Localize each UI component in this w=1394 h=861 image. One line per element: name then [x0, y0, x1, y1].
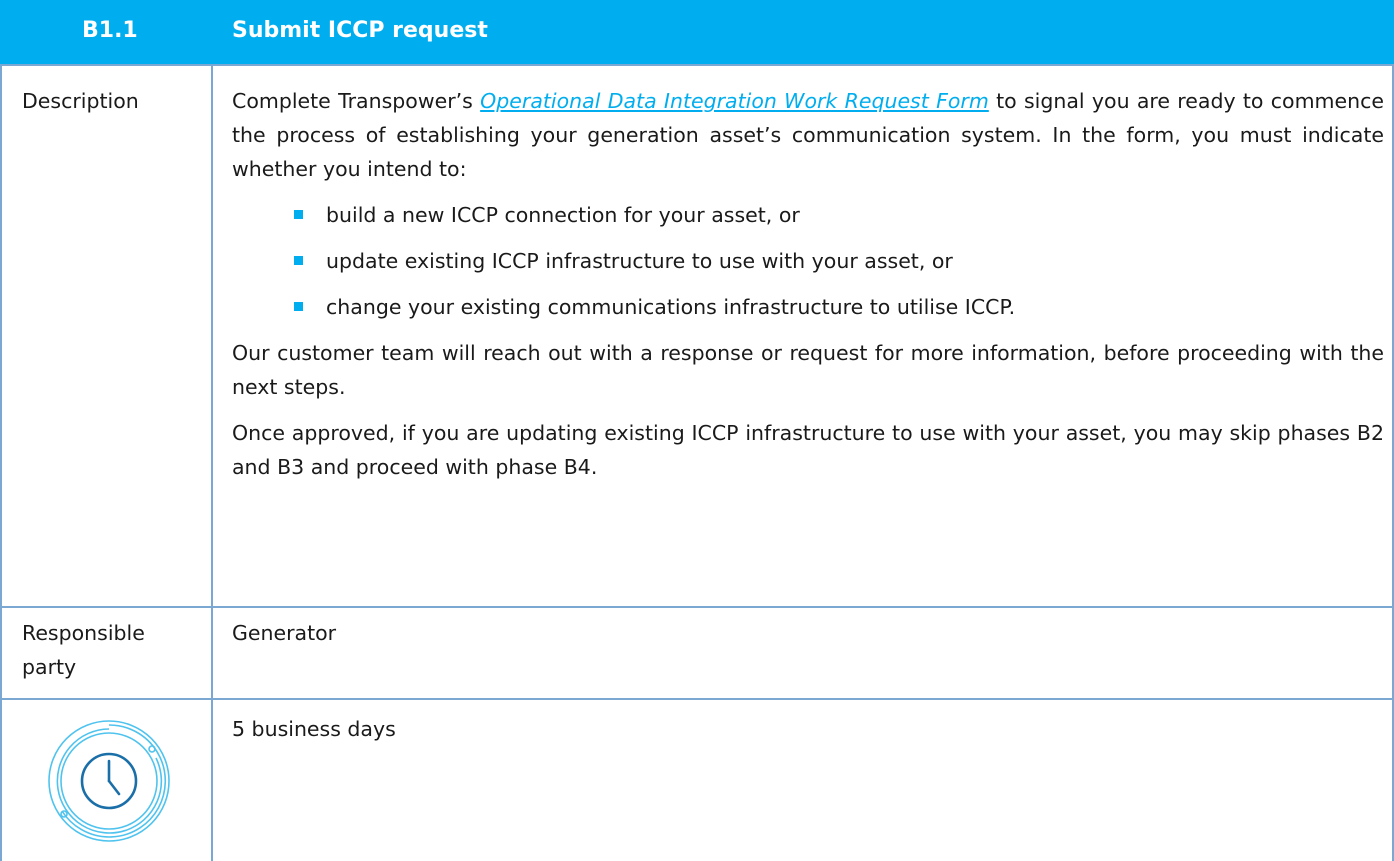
options-list: build a new ICCP connection for your ass… [232, 198, 1384, 324]
work-request-form-link[interactable]: Operational Data Integration Work Reques… [480, 89, 989, 113]
clock-icon [48, 720, 170, 842]
list-item: update existing ICCP infrastructure to u… [232, 244, 1384, 278]
description-content: Complete Transpower’s Operational Data I… [232, 84, 1384, 496]
bullet-square-icon [294, 256, 303, 265]
divider [0, 698, 1394, 700]
duration-value: 5 business days [232, 717, 396, 741]
responsible-party-value: Generator [232, 621, 337, 645]
divider [0, 606, 1394, 608]
bullet-square-icon [294, 210, 303, 219]
divider [0, 64, 2, 861]
step-title: Submit ICCP request [232, 18, 488, 43]
description-para-3: Once approved, if you are updating exist… [232, 421, 1384, 479]
description-intro: Complete Transpower’s Operational Data I… [232, 84, 1384, 186]
list-item: change your existing communications infr… [232, 290, 1384, 324]
description-label: Description [22, 89, 139, 113]
divider [0, 64, 1394, 66]
table-header: B1.1 Submit ICCP request [0, 0, 1394, 64]
bullet-square-icon [294, 302, 303, 311]
list-item: build a new ICCP connection for your ass… [232, 198, 1384, 232]
step-code: B1.1 [82, 18, 138, 43]
intro-text-before: Complete Transpower’s [232, 89, 481, 113]
description-para-2: Our customer team will reach out with a … [232, 341, 1384, 399]
responsible-party-label: Responsible party [22, 621, 145, 679]
process-step-table: B1.1 Submit ICCP request Description Com… [0, 0, 1394, 861]
divider [211, 64, 213, 861]
